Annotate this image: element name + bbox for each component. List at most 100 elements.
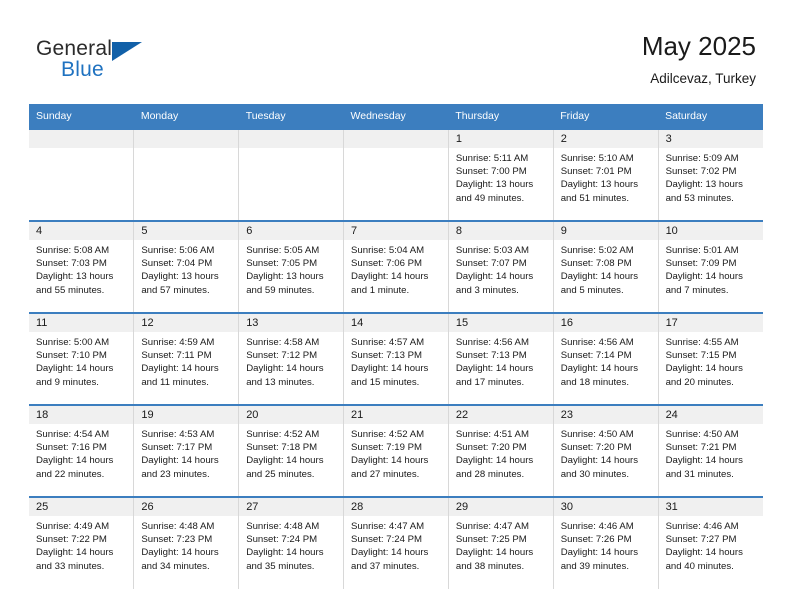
day-number: 24: [658, 406, 763, 424]
day-details: Sunrise: 4:50 AM Sunset: 7:21 PM Daylight:…: [659, 424, 763, 481]
calendar-day-cell[interactable]: 18 Sunrise: 4:54 AM Sunset: 7:16 PM Dayligh…: [29, 404, 134, 497]
calendar-day-cell[interactable]: 24 Sunrise: 4:50 AM Sunset: 7:21 PM Dayligh…: [657, 404, 763, 497]
calendar-day-cell[interactable]: 5 Sunrise: 5:06 AM Sunset: 7:04 PM Daylight…: [133, 220, 239, 313]
calendar-day-cell[interactable]: 29 Sunrise: 4:47 AM Sunset: 7:25 PM Dayligh…: [447, 496, 554, 589]
day-details: Sunrise: 5:02 AM Sunset: 7:08 PM Daylight:…: [554, 240, 658, 297]
day-details: Sunrise: 4:46 AM Sunset: 7:27 PM Daylight:…: [659, 516, 763, 573]
sunset-text: Sunset: 7:18 PM: [246, 442, 318, 454]
sunrise-text: Sunrise: 4:53 AM: [141, 429, 215, 440]
calendar-day-cell[interactable]: 22 Sunrise: 4:51 AM Sunset: 7:20 PM Dayligh…: [447, 404, 554, 497]
calendar-week-row: 11 Sunrise: 5:00 AM Sunset: 7:10 PM Dayligh…: [29, 312, 763, 405]
daylight-text: Daylight: 14 hours and 30 minutes.: [560, 455, 639, 480]
calendar-day-cell[interactable]: 17 Sunrise: 4:55 AM Sunset: 7:15 PM Dayligh…: [657, 312, 763, 405]
calendar-day-cell[interactable]: 13 Sunrise: 4:58 AM Sunset: 7:12 PM Dayligh…: [238, 312, 344, 405]
day-number: 18: [29, 406, 134, 424]
calendar-day-cell[interactable]: 4 Sunrise: 5:08 AM Sunset: 7:03 PM Daylight…: [29, 220, 134, 313]
sunrise-text: Sunrise: 4:47 AM: [455, 521, 529, 532]
calendar-day-cell[interactable]: 1 Sunrise: 5:11 AM Sunset: 7:00 PM Daylight…: [447, 128, 554, 221]
calendar-day-cell[interactable]: 28 Sunrise: 4:47 AM Sunset: 7:24 PM Dayligh…: [343, 496, 449, 589]
calendar-day-cell[interactable]: 7 Sunrise: 5:04 AM Sunset: 7:06 PM Daylight…: [343, 220, 449, 313]
calendar-day-cell[interactable]: 27 Sunrise: 4:48 AM Sunset: 7:24 PM Dayligh…: [238, 496, 344, 589]
day-number: 25: [29, 498, 134, 516]
calendar-day-cell[interactable]: 11 Sunrise: 5:00 AM Sunset: 7:10 PM Dayligh…: [29, 312, 134, 405]
calendar-header-row: Sunday Monday Tuesday Wednesday Thursday…: [29, 104, 763, 129]
day-details: Sunrise: 5:04 AM Sunset: 7:06 PM Daylight:…: [344, 240, 448, 297]
day-number: 29: [448, 498, 553, 516]
day-details: Sunrise: 5:08 AM Sunset: 7:03 PM Daylight:…: [29, 240, 133, 297]
sunrise-text: Sunrise: 4:47 AM: [351, 521, 425, 532]
sunrise-text: Sunrise: 5:09 AM: [665, 153, 739, 164]
sunset-text: Sunset: 7:25 PM: [455, 534, 527, 546]
calendar-day-cell[interactable]: 3 Sunrise: 5:09 AM Sunset: 7:02 PM Daylight…: [657, 128, 763, 221]
daylight-text: Daylight: 13 hours and 53 minutes.: [665, 179, 743, 204]
calendar-day-cell[interactable]: 2 Sunrise: 5:10 AM Sunset: 7:01 PM Daylight…: [552, 128, 659, 221]
general-blue-logo[interactable]: General Blue: [36, 38, 156, 90]
day-details: Sunrise: 5:05 AM Sunset: 7:05 PM Daylight:…: [239, 240, 343, 297]
calendar-day-cell[interactable]: 12 Sunrise: 4:59 AM Sunset: 7:11 PM Dayligh…: [133, 312, 239, 405]
daylight-text: Daylight: 14 hours and 23 minutes.: [141, 455, 219, 480]
day-details: Sunrise: 4:52 AM Sunset: 7:18 PM Daylight:…: [239, 424, 343, 481]
day-number: 19: [134, 406, 239, 424]
sunset-text: Sunset: 7:12 PM: [246, 350, 318, 362]
sunset-text: Sunset: 7:09 PM: [665, 258, 737, 270]
daylight-text: Daylight: 14 hours and 31 minutes.: [665, 455, 743, 480]
sunset-text: Sunset: 7:04 PM: [141, 258, 213, 270]
calendar-day-cell[interactable]: 19 Sunrise: 4:53 AM Sunset: 7:17 PM Dayligh…: [133, 404, 239, 497]
calendar-day-cell[interactable]: 31 Sunrise: 4:46 AM Sunset: 7:27 PM Dayligh…: [657, 496, 763, 589]
calendar-day-cell[interactable]: 15 Sunrise: 4:56 AM Sunset: 7:13 PM Dayligh…: [447, 312, 554, 405]
sunset-text: Sunset: 7:17 PM: [141, 442, 213, 454]
page-subtitle: Adilcevaz, Turkey: [650, 70, 756, 86]
day-number: 5: [134, 222, 239, 240]
calendar-day-cell[interactable]: 16 Sunrise: 4:56 AM Sunset: 7:14 PM Dayligh…: [552, 312, 659, 405]
weekday-header-wednesday: Wednesday: [343, 104, 449, 129]
daylight-text: Daylight: 14 hours and 7 minutes.: [665, 271, 743, 296]
sunset-text: Sunset: 7:00 PM: [455, 166, 527, 178]
daylight-text: Daylight: 14 hours and 34 minutes.: [141, 547, 219, 572]
calendar-day-cell[interactable]: 6 Sunrise: 5:05 AM Sunset: 7:05 PM Daylight…: [238, 220, 344, 313]
day-number: 12: [134, 314, 239, 332]
sunset-text: Sunset: 7:01 PM: [560, 166, 632, 178]
page-title: May 2025: [641, 31, 756, 61]
weekday-header-monday: Monday: [133, 104, 239, 129]
calendar-day-cell[interactable]: 9 Sunrise: 5:02 AM Sunset: 7:08 PM Daylight…: [552, 220, 659, 313]
calendar-day-cell[interactable]: 20 Sunrise: 4:52 AM Sunset: 7:18 PM Dayligh…: [238, 404, 344, 497]
sunrise-text: Sunrise: 4:56 AM: [455, 337, 529, 348]
calendar-day-cell[interactable]: 21 Sunrise: 4:52 AM Sunset: 7:19 PM Dayligh…: [343, 404, 449, 497]
sunrise-text: Sunrise: 4:58 AM: [246, 337, 320, 348]
sunrise-text: Sunrise: 5:01 AM: [665, 245, 739, 256]
weekday-header-sunday: Sunday: [29, 104, 134, 129]
daylight-text: Daylight: 14 hours and 22 minutes.: [36, 455, 114, 480]
day-details: Sunrise: 4:51 AM Sunset: 7:20 PM Daylight:…: [449, 424, 553, 481]
daylight-text: Daylight: 14 hours and 27 minutes.: [351, 455, 429, 480]
sunset-text: Sunset: 7:24 PM: [246, 534, 318, 546]
calendar-day-cell[interactable]: 8 Sunrise: 5:03 AM Sunset: 7:07 PM Daylight…: [447, 220, 554, 313]
calendar-day-cell[interactable]: 10 Sunrise: 5:01 AM Sunset: 7:09 PM Dayligh…: [657, 220, 763, 313]
calendar-day-cell[interactable]: 30 Sunrise: 4:46 AM Sunset: 7:26 PM Dayligh…: [552, 496, 659, 589]
weekday-header-saturday: Saturday: [658, 104, 763, 129]
sunset-text: Sunset: 7:14 PM: [560, 350, 632, 362]
weekday-header-friday: Friday: [553, 104, 659, 129]
calendar-day-cell[interactable]: 25 Sunrise: 4:49 AM Sunset: 7:22 PM Dayligh…: [29, 496, 134, 589]
sunrise-text: Sunrise: 4:48 AM: [246, 521, 320, 532]
daylight-text: Daylight: 13 hours and 49 minutes.: [455, 179, 534, 204]
calendar-day-cell[interactable]: 14 Sunrise: 4:57 AM Sunset: 7:13 PM Dayligh…: [343, 312, 449, 405]
day-number: 13: [239, 314, 344, 332]
day-details: Sunrise: 4:58 AM Sunset: 7:12 PM Daylight:…: [239, 332, 343, 389]
sunset-text: Sunset: 7:13 PM: [351, 350, 422, 362]
day-details: Sunrise: 5:10 AM Sunset: 7:01 PM Daylight:…: [554, 148, 658, 205]
day-number: 10: [658, 222, 763, 240]
calendar-week-row: 1 Sunrise: 5:11 AM Sunset: 7:00 PM Daylight…: [29, 128, 763, 221]
sunset-text: Sunset: 7:11 PM: [141, 350, 212, 362]
day-details: Sunrise: 4:52 AM Sunset: 7:19 PM Daylight:…: [344, 424, 448, 481]
sunrise-text: Sunrise: 4:50 AM: [560, 429, 634, 440]
sunrise-text: Sunrise: 5:04 AM: [351, 245, 425, 256]
calendar-day-cell[interactable]: 23 Sunrise: 4:50 AM Sunset: 7:20 PM Dayligh…: [552, 404, 659, 497]
sunset-text: Sunset: 7:22 PM: [36, 534, 107, 546]
sunset-text: Sunset: 7:05 PM: [246, 258, 318, 270]
daylight-text: Daylight: 14 hours and 28 minutes.: [455, 455, 534, 480]
day-details: Sunrise: 4:48 AM Sunset: 7:24 PM Daylight:…: [239, 516, 343, 573]
day-number: 14: [344, 314, 448, 332]
calendar-day-cell[interactable]: 26 Sunrise: 4:48 AM Sunset: 7:23 PM Dayligh…: [133, 496, 239, 589]
sunrise-text: Sunrise: 4:46 AM: [560, 521, 634, 532]
logo-text-general: General: [36, 37, 113, 60]
